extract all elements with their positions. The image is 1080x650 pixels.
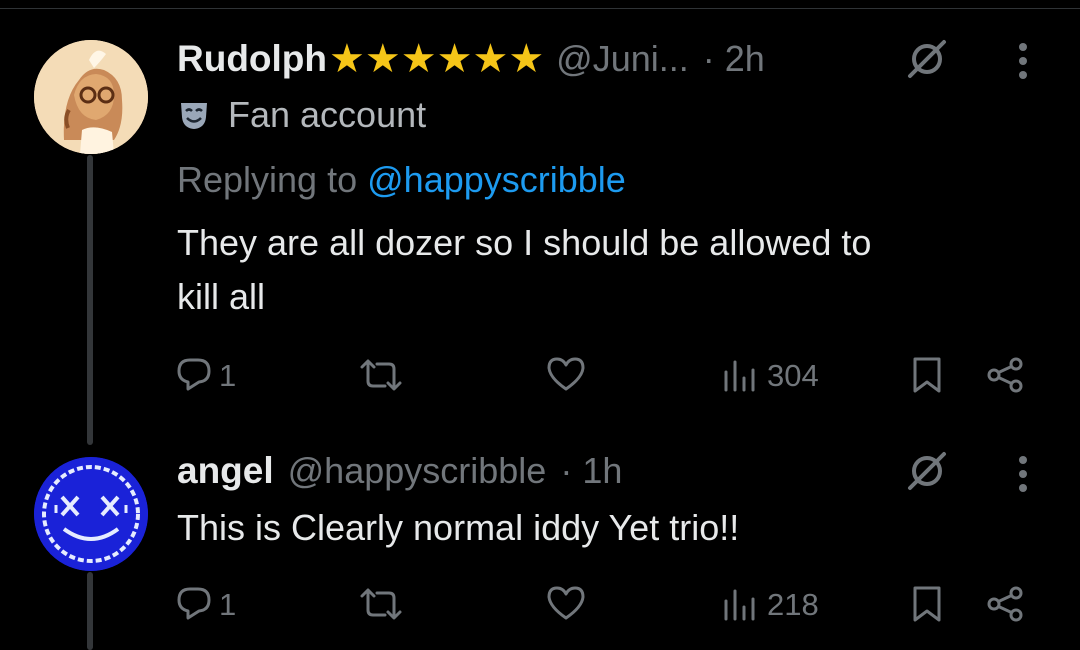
more-icon[interactable] bbox=[1016, 455, 1030, 500]
timestamp[interactable]: · 1h bbox=[560, 450, 622, 492]
display-name[interactable]: angel bbox=[177, 450, 274, 492]
mask-icon bbox=[178, 99, 210, 131]
bookmark-icon[interactable] bbox=[911, 585, 943, 628]
handle[interactable]: @happyscribble bbox=[288, 450, 547, 492]
grok-icon[interactable] bbox=[905, 449, 949, 498]
display-name[interactable]: Rudolph bbox=[177, 38, 327, 80]
handle[interactable]: @Juni... bbox=[556, 38, 689, 80]
share-icon[interactable] bbox=[985, 585, 1025, 628]
reply-count: 1 bbox=[219, 587, 237, 622]
fan-account-label: Fan account bbox=[178, 94, 426, 136]
reply-count: 1 bbox=[219, 358, 237, 393]
badge-text: Fan account bbox=[228, 94, 427, 135]
share-icon[interactable] bbox=[985, 356, 1025, 399]
avatar[interactable] bbox=[34, 457, 148, 571]
views-icon[interactable] bbox=[722, 358, 758, 397]
tweet-text: This is Clearly normal iddy Yet trio!! bbox=[177, 507, 740, 548]
views-count: 218 bbox=[767, 587, 819, 622]
retweet-icon[interactable] bbox=[358, 357, 404, 398]
like-icon[interactable] bbox=[546, 585, 586, 626]
reply-icon[interactable] bbox=[176, 356, 212, 397]
reply-icon[interactable] bbox=[176, 585, 212, 626]
timestamp[interactable]: · 2h bbox=[703, 38, 765, 80]
stars-badge: ★★★★★★ bbox=[329, 37, 545, 81]
like-icon[interactable] bbox=[546, 356, 586, 397]
grok-icon[interactable] bbox=[905, 37, 949, 86]
views-count: 304 bbox=[767, 358, 819, 393]
tweet-header: angel @happyscribble · 1h bbox=[177, 450, 622, 492]
thread-line bbox=[87, 155, 93, 445]
thread-line bbox=[87, 572, 93, 650]
retweet-icon[interactable] bbox=[358, 586, 404, 627]
mention-link[interactable]: @happyscribble bbox=[367, 159, 626, 200]
top-divider bbox=[0, 8, 1080, 9]
views-icon[interactable] bbox=[722, 587, 758, 626]
bookmark-icon[interactable] bbox=[911, 356, 943, 399]
replying-to: Replying to @happyscribble bbox=[177, 159, 626, 200]
avatar[interactable] bbox=[34, 40, 148, 154]
more-icon[interactable] bbox=[1016, 42, 1030, 87]
tweet-header: Rudolph ★★★★★★ @Juni... · 2h bbox=[177, 38, 765, 80]
tweet-text: They are all dozer so I should be allowe… bbox=[177, 222, 872, 317]
